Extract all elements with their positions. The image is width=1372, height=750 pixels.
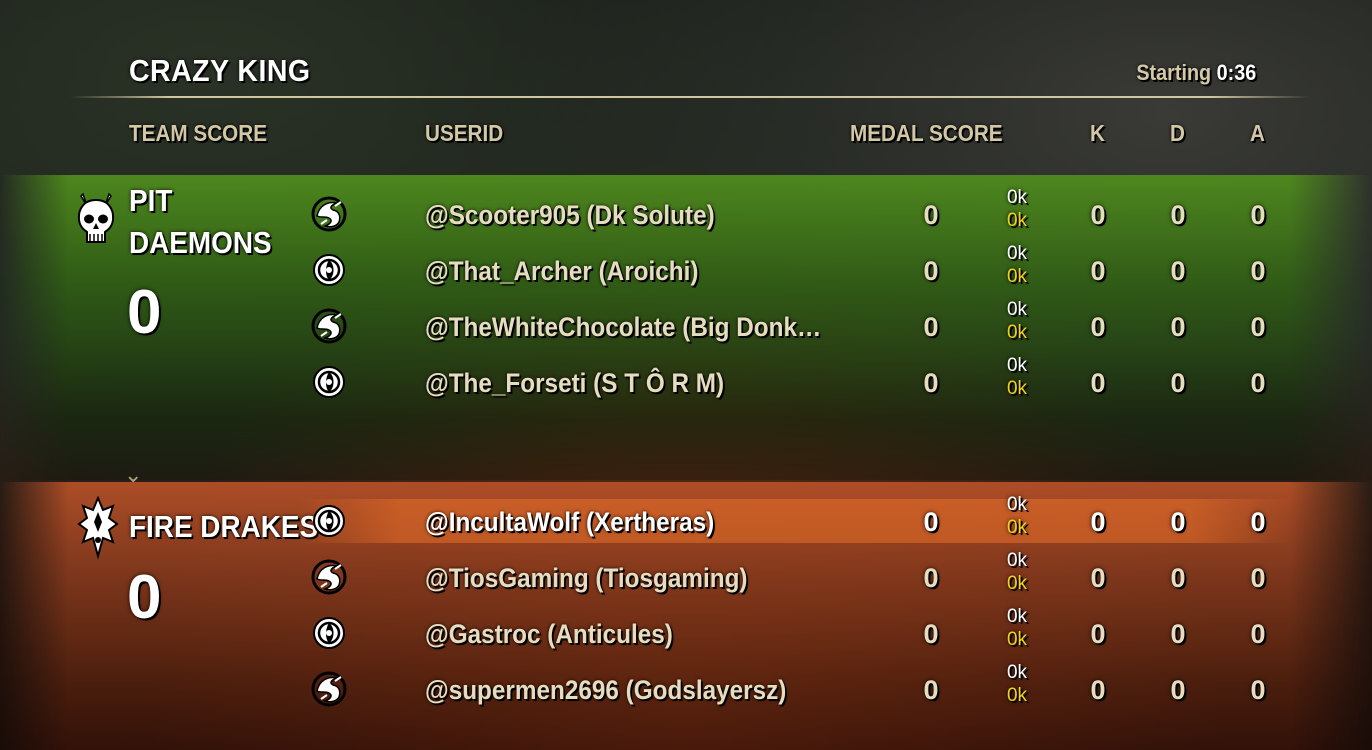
assists-cell: 0 <box>1250 312 1266 342</box>
kills-cell: 0 <box>1090 368 1106 398</box>
dragonknight-icon <box>311 671 347 707</box>
assists-cell: 0 <box>1250 200 1266 230</box>
player-userid: @supermen2696 (Godslayersz) <box>425 675 787 705</box>
medal-score-cell: 0 <box>923 368 939 398</box>
userid-header: USERID <box>425 120 504 146</box>
damage-done-cell: 0k <box>1006 550 1028 571</box>
game-mode-title: CRAZY KING <box>129 53 311 88</box>
medal-score-cell: 0 <box>923 256 939 286</box>
player-userid: @Scooter905 (Dk Solute) <box>425 200 715 230</box>
damage-done-cell: 0k <box>1006 355 1028 376</box>
dragonknight-icon <box>311 308 347 344</box>
player-row[interactable]: @TiosGaming (Tiosgaming) 0 0 0 0 0k 0k <box>0 551 1372 607</box>
player-row[interactable]: @Gastroc (Anticules) 0 0 0 0 0k 0k <box>0 607 1372 663</box>
medal-score-cell: 0 <box>923 675 939 705</box>
header-divider <box>70 96 1310 98</box>
deaths-cell: 0 <box>1170 312 1186 342</box>
healing-done-cell: 0k <box>1006 266 1028 287</box>
player-row[interactable]: @That_Archer (Aroichi) 0 0 0 0 0k 0k <box>0 244 1372 300</box>
damage-done-cell: 0k <box>1006 187 1028 208</box>
player-userid: @IncultaWolf (Xertheras) <box>425 507 715 537</box>
templar-icon <box>311 252 347 288</box>
deaths-cell: 0 <box>1170 256 1186 286</box>
player-row[interactable]: @The_Forseti (S T Ô R M) 0 0 0 0 0k 0k <box>0 356 1372 412</box>
player-userid: @Gastroc (Anticules) <box>425 619 673 649</box>
deaths-cell: 0 <box>1170 675 1186 705</box>
deaths-cell: 0 <box>1170 619 1186 649</box>
damage-done-cell: 0k <box>1006 243 1028 264</box>
dragonknight-icon <box>311 196 347 232</box>
assists-cell: 0 <box>1250 563 1266 593</box>
kills-cell: 0 <box>1090 507 1106 537</box>
kills-cell: 0 <box>1090 675 1106 705</box>
player-userid: @TiosGaming (Tiosgaming) <box>425 563 748 593</box>
damage-done-cell: 0k <box>1006 299 1028 320</box>
templar-icon <box>311 503 347 539</box>
assists-cell: 0 <box>1250 507 1266 537</box>
healing-done-cell: 0k <box>1006 685 1028 706</box>
team-score-header: TEAM SCORE <box>129 120 268 146</box>
player-userid: @The_Forseti (S T Ô R M) <box>425 368 725 398</box>
healing-done-cell: 0k <box>1006 210 1028 231</box>
collapse-chevron-icon: ⌄ <box>124 462 143 487</box>
kills-cell: 0 <box>1090 312 1106 342</box>
player-userid: @That_Archer (Aroichi) <box>425 256 699 286</box>
assists-cell: 0 <box>1250 675 1266 705</box>
damage-done-cell: 0k <box>1006 662 1028 683</box>
assists-cell: 0 <box>1250 368 1266 398</box>
player-row[interactable]: @Scooter905 (Dk Solute) 0 0 0 0 0k 0k <box>0 188 1372 244</box>
medal-score-cell: 0 <box>923 507 939 537</box>
player-row[interactable]: @supermen2696 (Godslayersz) 0 0 0 0 0k 0k <box>0 663 1372 719</box>
player-userid: @TheWhiteChocolate (Big Donk… <box>425 312 822 342</box>
kills-cell: 0 <box>1090 563 1106 593</box>
damage-done-cell: 0k <box>1006 606 1028 627</box>
deaths-cell: 0 <box>1170 563 1186 593</box>
player-row[interactable]: @IncultaWolf (Xertheras) 0 0 0 0 0k 0k <box>0 495 1372 551</box>
healing-done-cell: 0k <box>1006 573 1028 594</box>
deaths-cell: 0 <box>1170 507 1186 537</box>
medal-score-header: MEDAL SCORE <box>850 120 1003 146</box>
dragonknight-icon <box>311 559 347 595</box>
kills-cell: 0 <box>1090 256 1106 286</box>
deaths-cell: 0 <box>1170 368 1186 398</box>
healing-done-cell: 0k <box>1006 378 1028 399</box>
deaths-cell: 0 <box>1170 200 1186 230</box>
healing-done-cell: 0k <box>1006 629 1028 650</box>
templar-icon <box>311 364 347 400</box>
damage-done-cell: 0k <box>1006 494 1028 515</box>
medal-score-cell: 0 <box>923 200 939 230</box>
player-row[interactable]: @TheWhiteChocolate (Big Donk… 0 0 0 0 0k 0k <box>0 300 1372 356</box>
medal-score-cell: 0 <box>923 619 939 649</box>
templar-icon <box>311 615 347 651</box>
kills-cell: 0 <box>1090 200 1106 230</box>
deaths-header: D <box>1170 120 1185 146</box>
assists-cell: 0 <box>1250 256 1266 286</box>
kills-header: K <box>1090 120 1105 146</box>
match-timer: 0:36 <box>1216 60 1256 85</box>
assists-header: A <box>1250 120 1265 146</box>
assists-cell: 0 <box>1250 619 1266 649</box>
status-label: Starting <box>1136 60 1211 85</box>
healing-done-cell: 0k <box>1006 322 1028 343</box>
medal-score-cell: 0 <box>923 563 939 593</box>
match-status: Starting 0:36 <box>1136 60 1256 86</box>
healing-done-cell: 0k <box>1006 517 1028 538</box>
kills-cell: 0 <box>1090 619 1106 649</box>
medal-score-cell: 0 <box>923 312 939 342</box>
